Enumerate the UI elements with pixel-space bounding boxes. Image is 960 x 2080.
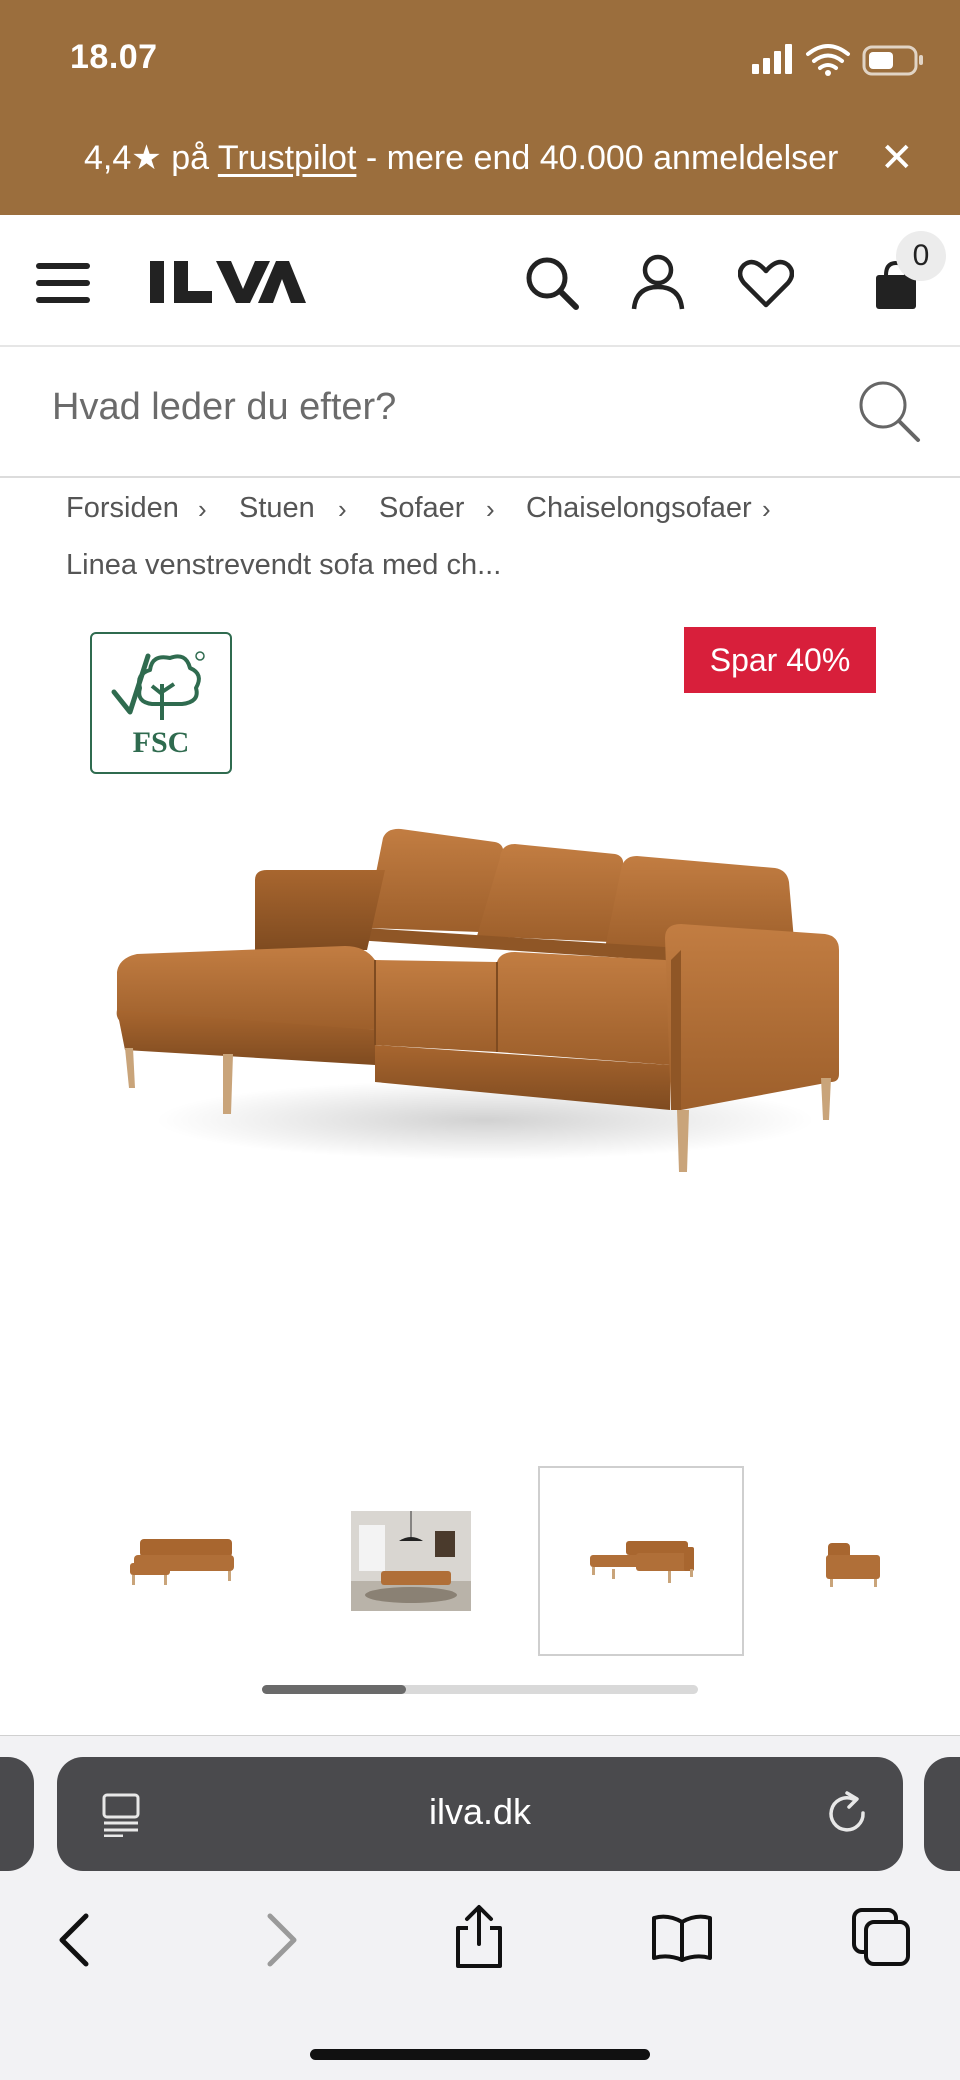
reload-icon[interactable] xyxy=(825,1791,871,1837)
search-submit-icon[interactable] xyxy=(856,378,922,444)
discount-badge: Spar 40% xyxy=(684,627,876,693)
search-input[interactable]: Hvad leder du efter? xyxy=(52,386,396,429)
heart-icon[interactable] xyxy=(738,259,794,309)
thumbnail-2[interactable] xyxy=(308,1466,514,1656)
search-icon[interactable] xyxy=(524,255,580,311)
wifi-icon xyxy=(806,44,850,70)
breadcrumb-separator: › xyxy=(762,494,771,524)
address-bar[interactable]: ilva.dk xyxy=(57,1757,903,1871)
thumbnail-1[interactable] xyxy=(80,1466,286,1656)
gallery-scroll-indicator xyxy=(262,1685,698,1694)
fsc-certification-logo: FSC xyxy=(90,632,232,774)
breadcrumb-separator: › xyxy=(338,494,347,524)
thumbnail-4[interactable] xyxy=(758,1466,882,1656)
product-main-image[interactable] xyxy=(105,820,855,1180)
site-header: 0 xyxy=(0,215,960,347)
cellular-signal-icon xyxy=(752,44,792,74)
close-promo-icon[interactable]: ✕ xyxy=(880,138,914,178)
share-icon[interactable] xyxy=(452,1904,506,1970)
battery-icon xyxy=(862,45,923,76)
promo-rating: 4,4★ på xyxy=(84,139,218,177)
back-icon[interactable] xyxy=(56,1912,92,1968)
thumbnail-3-selected[interactable] xyxy=(538,1466,744,1656)
next-tab-preview[interactable] xyxy=(924,1757,960,1871)
tabs-icon[interactable] xyxy=(852,1908,912,1968)
home-indicator xyxy=(310,2049,650,2060)
cart-count-badge: 0 xyxy=(896,231,946,281)
breadcrumb-item-stuen[interactable]: Stuen xyxy=(239,492,315,525)
promo-text: 4,4★ på Trustpilot - mere end 40.000 anm… xyxy=(84,138,838,178)
breadcrumb-separator: › xyxy=(486,494,495,524)
breadcrumb-item-sofaer[interactable]: Sofaer xyxy=(379,492,464,525)
forward-icon xyxy=(264,1912,300,1968)
trustpilot-promo: 4,4★ på Trustpilot - mere end 40.000 anm… xyxy=(0,138,960,188)
breadcrumb-item-forsiden[interactable]: Forsiden xyxy=(66,492,179,525)
search-bar[interactable]: Hvad leder du efter? xyxy=(0,348,960,478)
breadcrumb-item-chaiselongsofaer[interactable]: Chaiselongsofaer xyxy=(526,492,752,525)
previous-tab-preview[interactable] xyxy=(0,1757,34,1871)
status-time: 18.07 xyxy=(70,38,158,76)
status-icons xyxy=(748,40,928,80)
browser-toolbar: ilva.dk xyxy=(0,1735,960,2080)
user-icon[interactable] xyxy=(630,253,686,311)
url-text[interactable]: ilva.dk xyxy=(57,1791,903,1833)
breadcrumb-current: Linea venstrevendt sofa med ch... xyxy=(66,549,502,581)
ilva-logo[interactable] xyxy=(150,259,306,305)
menu-icon[interactable] xyxy=(36,261,90,305)
promo-reviews: - mere end 40.000 anmeldelser xyxy=(356,139,839,177)
breadcrumb-separator: › xyxy=(198,494,207,524)
fsc-label: FSC xyxy=(132,726,190,759)
bookmarks-icon[interactable] xyxy=(650,1914,714,1964)
gallery-scroll-thumb xyxy=(262,1685,406,1694)
trustpilot-link[interactable]: Trustpilot xyxy=(218,139,357,177)
product-thumbnails xyxy=(0,1466,960,1660)
